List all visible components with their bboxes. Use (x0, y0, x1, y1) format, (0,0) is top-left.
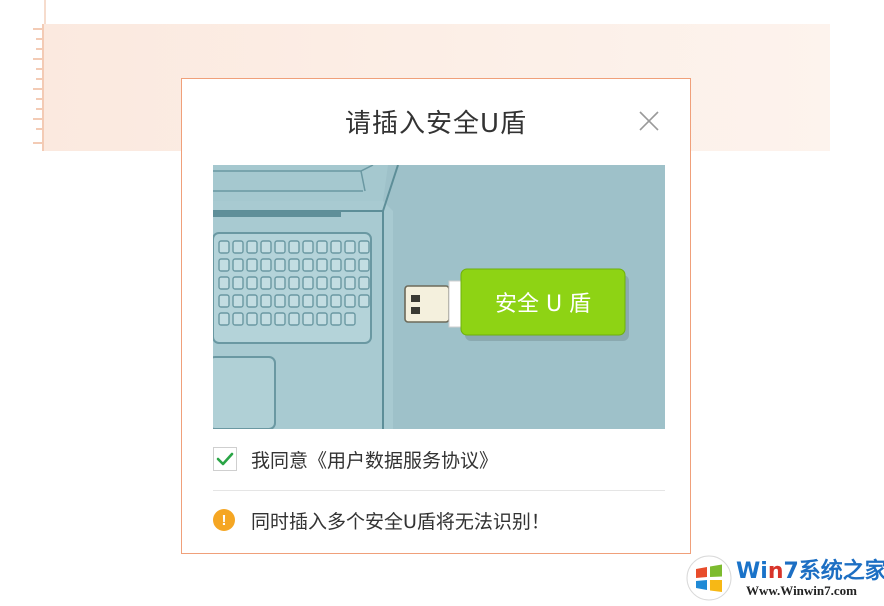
keyboard-key (302, 276, 314, 290)
keyboard-key (344, 312, 356, 326)
checkmark-icon (216, 452, 234, 466)
keyboard-key (316, 258, 328, 272)
keyboard-key (316, 312, 328, 326)
agreement-row: 我同意《用户数据服务协议》 (213, 445, 498, 473)
keyboard-key (232, 276, 244, 290)
keyboard-key (344, 294, 356, 308)
warning-row: ! 同时插入多个安全U盾将无法识别！ (213, 506, 550, 534)
keyboard-key (302, 240, 314, 254)
keyboard-key (344, 276, 356, 290)
keyboard-key (330, 258, 342, 272)
keyboard-key (316, 276, 328, 290)
keyboard-key (274, 294, 286, 308)
keyboard-key (246, 294, 258, 308)
watermark: Win7系统之家 Www.Winwin7.com (684, 553, 884, 603)
keyboard-key (330, 312, 342, 326)
keyboard-key (218, 240, 230, 254)
keyboard-key (232, 294, 244, 308)
keyboard-key (246, 240, 258, 254)
agreement-prefix: 我同意 (251, 449, 309, 472)
dialog-title: 请插入安全U盾 (344, 109, 528, 139)
keyboard-key (274, 240, 286, 254)
warning-text: 同时插入多个安全U盾将无法识别！ (251, 510, 550, 533)
keyboard-key (218, 276, 230, 290)
keyboard-key (288, 294, 300, 308)
keyboard-key (302, 294, 314, 308)
keyboard-key (288, 312, 300, 326)
keyboard-key (302, 312, 314, 326)
close-icon[interactable] (637, 109, 661, 133)
windows-logo-icon (686, 555, 732, 601)
keyboard-key (232, 240, 244, 254)
keyboard-key (232, 312, 244, 326)
watermark-brand-n: n (767, 559, 784, 584)
watermark-brand: Win7系统之家 (736, 553, 884, 585)
keyboard-key (260, 276, 272, 290)
keyboard-key (260, 312, 272, 326)
keyboard-key (246, 258, 258, 272)
insert-usb-key-dialog: 请插入安全U盾 安全 U 盾 我同意《用户数据服务协议》 ! 同时插入多个安全U… (181, 78, 691, 554)
keyboard-key (316, 294, 328, 308)
agreement-text: 我同意《用户数据服务协议》 (251, 446, 498, 473)
keyboard-key (218, 258, 230, 272)
keyboard-key (260, 294, 272, 308)
divider (213, 490, 665, 491)
keyboard-key (232, 258, 244, 272)
usb-key-label: 安全 U 盾 (495, 292, 591, 317)
keyboard-key (344, 240, 356, 254)
keyboard-key (218, 294, 230, 308)
keyboard-key (274, 312, 286, 326)
background-line (44, 0, 46, 24)
keyboard-key (358, 240, 370, 254)
watermark-brand-rest: 7系统之家 (783, 559, 884, 584)
keyboard-key (288, 240, 300, 254)
keyboard-key (274, 258, 286, 272)
keyboard-key (246, 312, 258, 326)
keyboard-key (246, 276, 258, 290)
keyboard-key (288, 276, 300, 290)
watermark-url: Www.Winwin7.com (746, 583, 857, 598)
keyboard-key (302, 258, 314, 272)
keyboard-key (274, 276, 286, 290)
page: 请插入安全U盾 安全 U 盾 我同意《用户数据服务协议》 ! 同时插入多个安全U… (0, 0, 884, 606)
watermark-brand-w: Wi (736, 559, 768, 584)
keyboard-key (330, 294, 342, 308)
keyboard-key (330, 276, 342, 290)
keyboard-key (344, 258, 356, 272)
keyboard-key (260, 240, 272, 254)
user-data-agreement-link[interactable]: 《用户数据服务协议》 (308, 450, 498, 472)
keyboard-key (218, 312, 230, 326)
agree-checkbox[interactable] (213, 447, 237, 471)
background-ruler-decoration (33, 24, 44, 151)
laptop-usb-illustration: 安全 U 盾 (213, 165, 665, 429)
warning-icon: ! (213, 509, 235, 531)
keyboard-key (260, 258, 272, 272)
keyboard-key (330, 240, 342, 254)
keyboard-key (358, 294, 370, 308)
keyboard-key (288, 258, 300, 272)
keyboard-key (316, 240, 328, 254)
keyboard-key (358, 258, 370, 272)
keyboard-key (358, 276, 370, 290)
